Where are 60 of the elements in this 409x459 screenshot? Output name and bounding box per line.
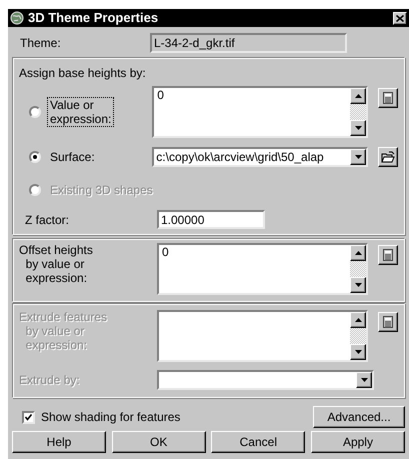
dialog-button[interactable]: Apply <box>310 431 405 453</box>
z-factor-field[interactable]: 1.00000 <box>157 210 265 229</box>
scroll-down-button[interactable] <box>350 277 366 293</box>
expression-text: 0 <box>157 88 164 102</box>
extrude-label: Extrude features by value or expression: <box>19 310 108 354</box>
dropdown-button[interactable] <box>356 372 372 388</box>
expression-field[interactable]: 0 <box>157 243 368 295</box>
expression-field[interactable]: 0 <box>152 86 368 138</box>
globe-icon <box>10 11 24 25</box>
expression-text: 0 <box>162 245 169 259</box>
expression-field[interactable] <box>157 310 368 362</box>
up-arrow-icon <box>354 318 362 322</box>
extrude-by-label: Extrude by: <box>19 372 81 389</box>
scroll-track[interactable] <box>350 104 366 120</box>
radio-label: Existing 3D shapes <box>49 182 154 198</box>
theme-label: Theme: <box>19 35 62 52</box>
dropdown-field[interactable]: c:\copy\ok\arcview\grid\50_alap <box>152 147 368 167</box>
calculator-button[interactable] <box>378 245 398 265</box>
dialog-button[interactable]: OK <box>112 431 206 453</box>
down-arrow-icon <box>354 283 362 287</box>
close-icon <box>396 14 404 22</box>
scroll-up-button[interactable] <box>350 245 366 261</box>
checkbox-label: Show shading for features <box>41 409 180 426</box>
dialog-button[interactable]: Advanced... <box>313 406 405 428</box>
down-arrow-icon <box>354 155 362 159</box>
open-folder-button[interactable] <box>378 147 398 167</box>
dropdown-field[interactable] <box>157 370 374 390</box>
checkbox[interactable] <box>22 410 35 424</box>
dialog-button[interactable]: Help <box>12 431 106 453</box>
folder-icon <box>381 151 396 163</box>
close-button[interactable] <box>393 12 407 24</box>
radio-button[interactable] <box>29 151 41 163</box>
dialog-button[interactable]: Cancel <box>211 431 306 453</box>
down-arrow-icon <box>354 126 362 130</box>
offset-label: Offset heights by value or expression: <box>19 243 94 287</box>
up-arrow-icon <box>354 94 362 98</box>
scroll-track[interactable] <box>350 328 366 344</box>
radio-label: Surface: <box>49 149 96 165</box>
calculator-button[interactable] <box>378 312 398 332</box>
theme-field: L-34-2-d_gkr.tif <box>150 33 347 53</box>
scroll-down-button[interactable] <box>350 120 366 136</box>
calculator-icon <box>383 249 393 261</box>
scroll-up-button[interactable] <box>350 312 366 328</box>
calculator-icon <box>383 316 393 328</box>
checkmark-icon <box>25 414 32 420</box>
radio-button[interactable] <box>29 106 41 118</box>
z-factor-label: Z factor: <box>24 212 70 228</box>
down-arrow-icon <box>360 378 368 382</box>
calculator-button[interactable] <box>378 88 398 108</box>
radio-label: Value or expression: <box>47 97 114 127</box>
calculator-icon <box>383 92 393 104</box>
down-arrow-icon <box>354 350 362 354</box>
scroll-track[interactable] <box>350 261 366 277</box>
up-arrow-icon <box>354 251 362 255</box>
scroll-up-button[interactable] <box>350 88 366 104</box>
window-title: 3D Theme Properties <box>28 9 160 28</box>
group-title: Assign base heights by: <box>19 66 146 80</box>
dropdown-button[interactable] <box>350 149 366 165</box>
dropdown-value: c:\copy\ok\arcview\grid\50_alap <box>156 150 324 164</box>
scroll-down-button[interactable] <box>350 344 366 360</box>
